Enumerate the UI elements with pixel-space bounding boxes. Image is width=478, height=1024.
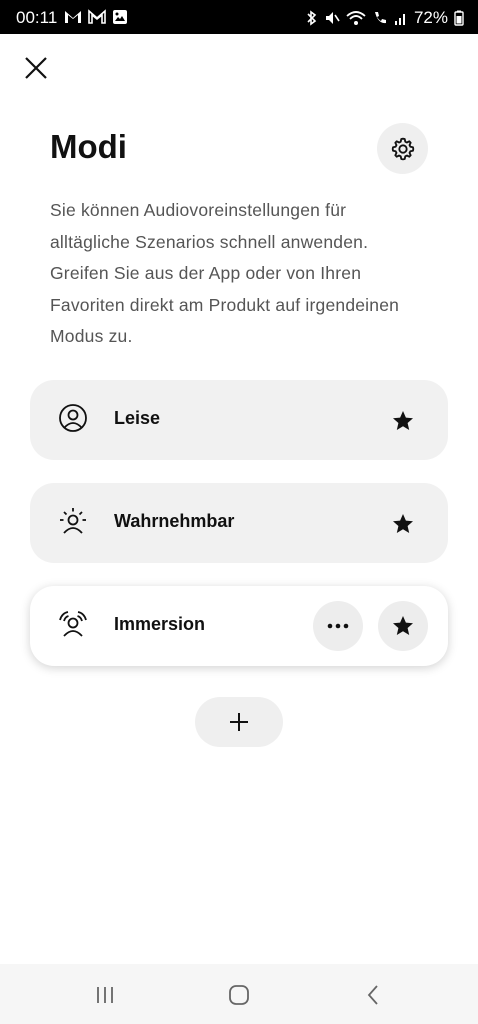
gmail-icon (88, 9, 106, 24)
star-icon (393, 514, 413, 533)
mode-card-immersion[interactable]: Immersion (30, 586, 448, 666)
status-time: 00:11 (16, 8, 58, 27)
star-icon (393, 411, 413, 430)
back-icon (367, 985, 378, 1005)
gear-icon (391, 137, 414, 160)
more-options-button[interactable] (313, 601, 363, 651)
aware-mode-icon (60, 508, 86, 534)
system-nav-bar (0, 964, 478, 1024)
mute-icon (325, 12, 340, 24)
plus-icon (230, 713, 248, 731)
notification-icons (64, 9, 128, 25)
wifi-call-icon (346, 11, 366, 25)
add-mode-button[interactable] (195, 697, 283, 747)
mode-card-wahrnehmbar[interactable]: Wahrnehmbar (30, 483, 448, 563)
call-icon (374, 12, 386, 24)
favorite-button[interactable] (378, 396, 428, 446)
status-bar: 00:11 72% (0, 0, 478, 34)
recent-apps-button[interactable] (90, 982, 120, 1008)
page-title: Modi (50, 128, 127, 165)
favorite-button[interactable] (378, 601, 428, 651)
battery-icon (454, 10, 464, 26)
immersion-mode-icon (59, 611, 87, 637)
settings-button[interactable] (377, 123, 428, 174)
bluetooth-icon (307, 10, 317, 26)
more-horizontal-icon (327, 623, 349, 629)
mode-label: Immersion (114, 614, 206, 634)
battery-percent: 72% (413, 8, 448, 27)
close-button[interactable] (22, 54, 50, 82)
system-icons: 72% (306, 8, 464, 28)
mode-label: Wahrnehmbar (114, 511, 235, 531)
favorite-button[interactable] (378, 499, 428, 549)
star-icon (393, 616, 413, 635)
image-icon (113, 10, 127, 24)
page-description: Sie können Audiovoreinstellungen für all… (50, 200, 400, 346)
quiet-mode-icon (59, 404, 87, 432)
home-button[interactable] (224, 982, 254, 1008)
home-icon (229, 985, 249, 1005)
mode-label: Leise (114, 408, 161, 428)
signal-icon (394, 14, 405, 25)
gmail-icon (65, 11, 81, 23)
mode-card-leise[interactable]: Leise (30, 380, 448, 460)
back-button[interactable] (358, 982, 388, 1008)
close-icon (25, 57, 47, 79)
recent-apps-icon (97, 987, 113, 1003)
